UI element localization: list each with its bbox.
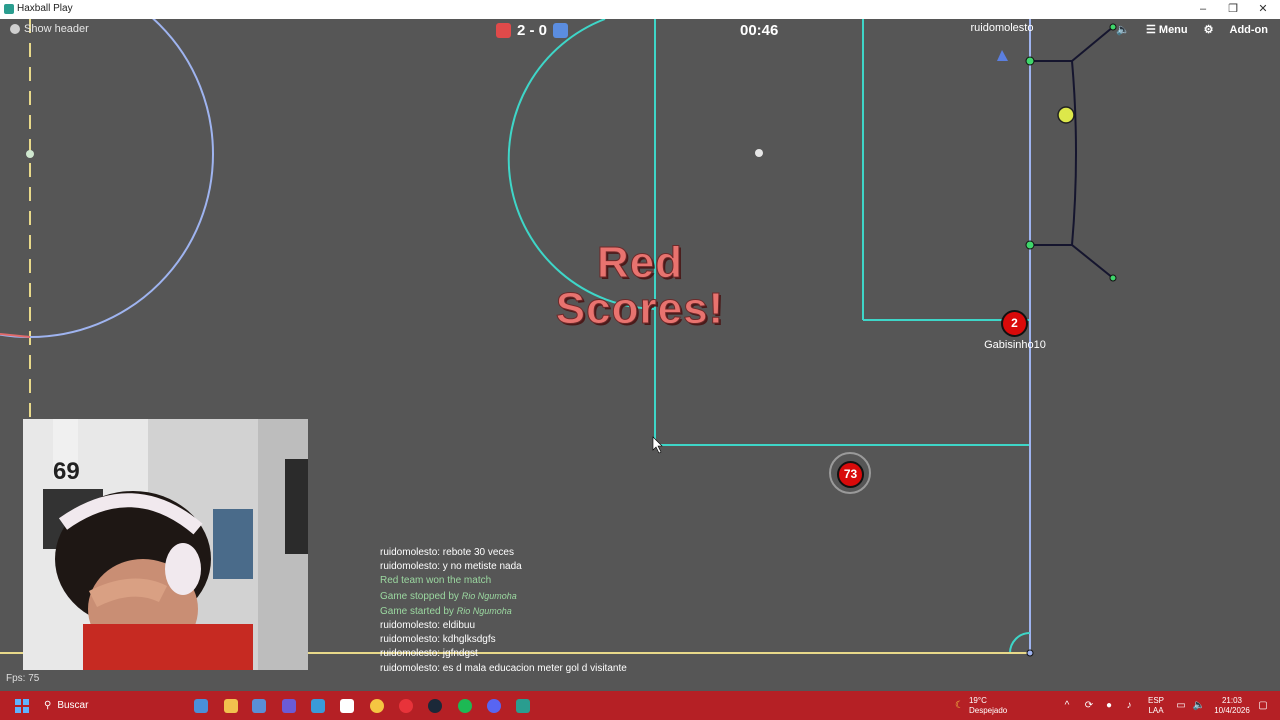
blue-team-icon [553,23,569,38]
settings-gear-icon[interactable]: ⚙ [1204,23,1214,36]
opera-icon[interactable] [397,691,415,720]
weather-temp: 19°C [968,695,987,705]
weather-desc: Despejado [968,705,1008,715]
addon-button[interactable]: Add-on [1230,24,1268,36]
menu-label: Menu [1158,24,1188,36]
chat-system-message: Game started by Rio Ngumoha [380,605,512,617]
haxball-app-icon [4,4,14,14]
player-name-red: Gabisinho10 [984,339,1046,351]
player-red-2: 2 [1001,310,1028,337]
chat-message: ruidomolesto: jgfndgst [380,648,478,660]
chat-message: ruidomolesto: y no metiste nada [380,561,522,573]
volume-icon[interactable]: 🔈 [1116,23,1130,36]
chat-system-message: Red team won the match [380,575,492,587]
discord-icon[interactable] [485,691,503,720]
file-explorer-icon[interactable] [222,691,240,720]
mic-icon[interactable]: ♪ [1122,691,1136,720]
goal-line-2: Scores! [555,284,725,333]
volume-tray-icon[interactable]: 🔈 [1192,691,1206,720]
goal-line-1: Red [596,238,684,287]
match-timer: 00:46 [740,22,779,39]
player-name-blue: ruidomolesto [970,22,1034,34]
show-header-toggle[interactable]: Show header [10,23,89,35]
lang-2: LAA [1148,705,1164,715]
steam-icon[interactable] [426,691,444,720]
notifications-icon[interactable]: ▢ [1256,691,1270,720]
window-titlebar: Haxball Play – ❐ ✕ [0,0,1280,20]
webcam-overlay: 69 [23,419,308,670]
teams-icon[interactable] [280,691,298,720]
clock-time: 21:03 [1221,695,1243,705]
maximize-button[interactable]: ❐ [1218,1,1248,17]
windows-start-icon[interactable] [10,691,34,720]
player-red-73: 73 [837,461,864,488]
webcam-image: 69 [23,419,308,670]
spotify-icon[interactable] [456,691,474,720]
language-indicator[interactable]: ESP LAA [1144,691,1168,720]
chat-message: ruidomolesto: kdhglksdgfs [380,634,496,646]
menu-button[interactable]: ☰ Menu [1146,23,1188,36]
chat-log: ruidomolesto: rebote 30 veces ruidomoles… [380,546,627,676]
chat-message: ruidomolesto: eldibuu [380,620,476,632]
task-view-icon[interactable] [192,691,210,720]
fps-counter: Fps: 75 [6,673,40,684]
sync-icon[interactable]: ⟳ [1082,691,1096,720]
chat-message: ruidomolesto: es d mala educacion meter … [380,662,627,674]
weather-widget[interactable]: ☾ 19°C Despejado [955,691,1025,720]
score-text: 2 - 0 [517,22,548,39]
taskbar-search[interactable]: ⚲ Buscar [38,691,194,720]
show-header-label: Show header [24,23,89,35]
close-button[interactable]: ✕ [1248,1,1278,17]
red-team-icon [496,23,511,38]
haxball-taskbar-icon[interactable] [514,691,532,720]
clock[interactable]: 21:03 10/4/2026 [1210,691,1254,720]
eye-icon [10,24,20,34]
moon-icon: ☾ [955,700,964,711]
clock-date: 10/4/2026 [1214,705,1250,715]
minimize-button[interactable]: – [1188,1,1218,17]
hud-controls: 🔈 ☰ Menu ⚙ Add-on [1116,23,1268,37]
taskbar: ⚲ Buscar ☾ 19°C Despejado ^ ⟳ ● ♪ ESP LA… [0,691,1280,720]
scoreboard: 2 - 0 [496,22,569,39]
window-title: Haxball Play [17,3,73,14]
tray-chevron-icon[interactable]: ^ [1060,691,1074,720]
jersey-number: 69 [53,458,80,485]
search-icon: ⚲ [44,700,52,711]
steam-tray-icon[interactable]: ● [1102,691,1116,720]
chat-message: ruidomolesto: rebote 30 veces [380,547,514,558]
calculator-icon[interactable] [250,691,268,720]
editor-icon[interactable] [338,691,356,720]
notepad-icon[interactable] [309,691,327,720]
lang-1: ESP [1147,695,1164,705]
search-label: Buscar [57,700,89,711]
goal-message: Red Scores! [520,238,760,333]
chat-system-message: Game stopped by Rio Ngumoha [380,590,517,602]
chrome-icon[interactable] [368,691,386,720]
network-icon[interactable]: ▭ [1174,691,1188,720]
